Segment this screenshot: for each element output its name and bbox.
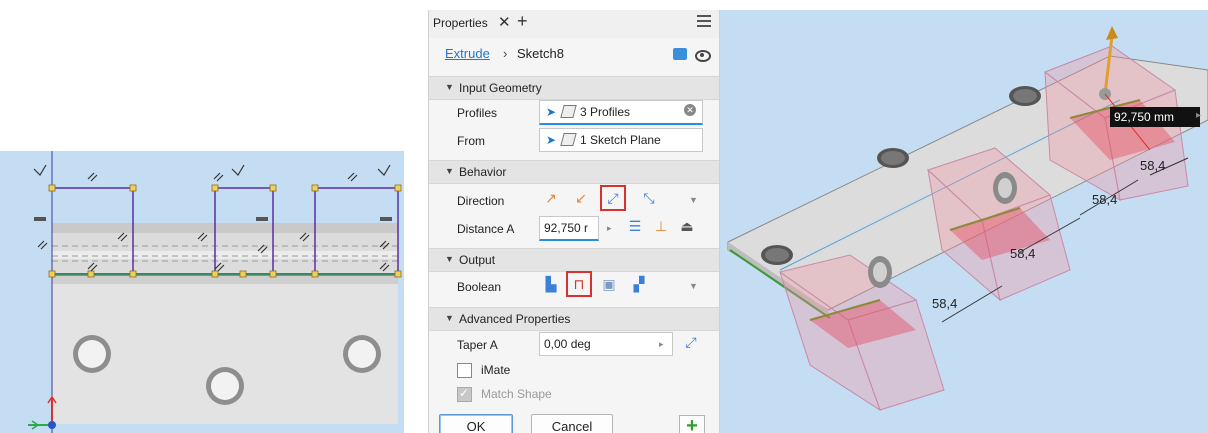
intersect-icon[interactable]: ▣	[599, 274, 619, 294]
cancel-button[interactable]: Cancel	[531, 414, 613, 433]
section-input-geometry[interactable]: ▼ Input Geometry	[429, 76, 719, 100]
direction-asymmetric-icon[interactable]: ⤡	[639, 188, 659, 208]
profile-icon	[560, 105, 577, 118]
ok-button[interactable]: OK	[439, 414, 513, 433]
direction-flipped-icon[interactable]: ↙	[571, 188, 591, 208]
select-cursor-icon: ➤	[546, 133, 557, 147]
from-selector[interactable]: ➤ 1 Sketch Plane	[539, 128, 703, 152]
sketch-plane-icon	[560, 133, 577, 146]
breadcrumb-sketch[interactable]: Sketch8	[517, 46, 564, 61]
section-advanced-properties[interactable]: ▼ Advanced Properties	[429, 307, 719, 331]
collapse-triangle-icon: ▼	[445, 313, 454, 323]
sketch-drawing	[28, 151, 402, 433]
model-viewport[interactable]: 58,4 58,4 58,4 58,4 92,750 mm ▸	[720, 10, 1208, 433]
extents-distance-icon[interactable]: ☰	[625, 216, 645, 236]
add-tab-icon[interactable]: +	[517, 11, 528, 32]
boolean-label: Boolean	[457, 280, 502, 294]
distance-readout[interactable]: 92,750 mm	[1110, 107, 1200, 127]
taper-a-value: 0,00 deg	[544, 337, 591, 351]
new-solid-icon[interactable]: ▞	[629, 274, 649, 294]
properties-panel: Properties ✕ + Extrude › Sketch8 ▼ Input…	[428, 10, 720, 433]
apply-add-icon[interactable]: +	[679, 415, 705, 433]
collapse-triangle-icon: ▼	[445, 254, 454, 264]
select-cursor-icon: ➤	[546, 105, 557, 119]
distance-a-input[interactable]: 92,750 r	[539, 216, 599, 241]
direction-dropdown-icon[interactable]: ▼	[689, 195, 698, 205]
to-next-icon[interactable]: ⊥	[651, 216, 671, 236]
profiles-value: 3 Profiles	[580, 105, 631, 119]
distance-a-value: 92,750 r	[544, 221, 589, 235]
breadcrumb-separator: ›	[503, 46, 508, 61]
from-label: From	[457, 134, 485, 148]
distance-a-label: Distance A	[457, 222, 515, 236]
section-behavior[interactable]: ▼ Behavior	[429, 160, 719, 184]
section-title: Input Geometry	[459, 81, 542, 95]
collapse-triangle-icon: ▼	[445, 166, 454, 176]
flip-taper-icon[interactable]: ⤢	[681, 332, 701, 352]
solid-body-icon[interactable]	[673, 48, 687, 60]
direction-label: Direction	[457, 194, 505, 208]
taper-a-label: Taper A	[457, 338, 498, 352]
from-value: 1 Sketch Plane	[580, 133, 661, 147]
profiles-selector[interactable]: ➤ 3 Profiles ✕	[539, 100, 703, 125]
section-title: Output	[459, 253, 496, 267]
dimension-label[interactable]: 58,4	[932, 296, 957, 311]
join-icon[interactable]: ▙	[541, 274, 561, 294]
clear-selection-icon[interactable]: ✕	[684, 104, 696, 116]
taper-menu-icon[interactable]: ▸	[659, 339, 664, 350]
match-shape-checkbox	[457, 386, 472, 402]
dimension-label[interactable]: 58,4	[1010, 246, 1035, 261]
dimension-label[interactable]: 58,4	[1092, 192, 1117, 207]
collapse-triangle-icon: ▼	[445, 82, 454, 92]
through-all-icon[interactable]: ⏏	[677, 216, 697, 236]
sketch-viewport[interactable]	[0, 151, 404, 433]
cut-icon[interactable]: ⊓	[566, 271, 592, 297]
direction-symmetric-icon[interactable]: ⤢	[600, 185, 626, 211]
profiles-label: Profiles	[457, 106, 498, 120]
breadcrumb-extrude[interactable]: Extrude	[445, 46, 490, 61]
match-shape-label: Match Shape	[481, 387, 552, 401]
dimension-label[interactable]: 58,4	[1140, 158, 1165, 173]
direction-default-icon[interactable]: ↗	[541, 188, 561, 208]
visibility-eye-icon[interactable]	[695, 50, 711, 62]
boolean-dropdown-icon[interactable]: ▼	[689, 281, 698, 291]
section-title: Behavior	[459, 165, 507, 179]
section-title: Advanced Properties	[459, 312, 571, 326]
imate-label: iMate	[481, 363, 511, 377]
taper-a-input[interactable]: 0,00 deg	[539, 332, 673, 356]
distance-menu-icon[interactable]: ▸	[607, 223, 612, 234]
model-drawing	[727, 26, 1208, 412]
panel-tab-bar: Properties ✕ +	[429, 10, 719, 38]
close-tab-icon[interactable]: ✕	[498, 13, 511, 31]
imate-checkbox[interactable]	[457, 363, 472, 378]
readout-arrow-icon[interactable]: ▸	[1196, 110, 1201, 121]
section-output[interactable]: ▼ Output	[429, 248, 719, 272]
menu-icon[interactable]	[697, 15, 711, 30]
tab-properties[interactable]: Properties	[433, 16, 488, 30]
